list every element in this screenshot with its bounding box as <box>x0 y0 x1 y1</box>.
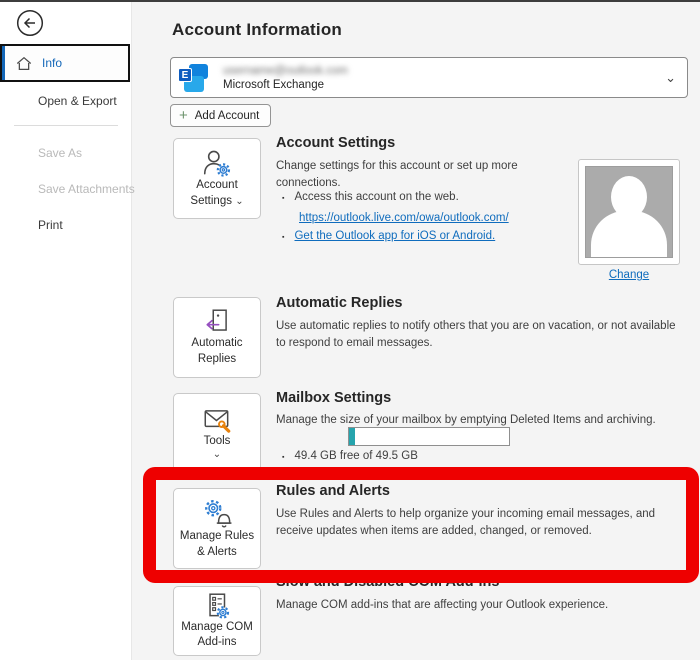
gear-bell-icon <box>200 497 234 529</box>
mailbox-tools-button[interactable]: Tools ⌄ <box>173 393 261 474</box>
plus-icon: + <box>179 108 188 123</box>
sidebar-divider <box>14 125 118 126</box>
tile-label: Manage COM Add-ins <box>176 620 258 650</box>
chevron-down-icon: ⌄ <box>235 196 243 207</box>
rules-alerts-heading: Rules and Alerts <box>276 483 390 499</box>
outlook-backstage-window: Info Open & Export Save As Save Attachme… <box>0 0 700 660</box>
account-photo <box>578 159 680 265</box>
back-button[interactable] <box>16 9 44 37</box>
sidebar-item-info[interactable]: Info <box>0 44 130 82</box>
automatic-replies-button[interactable]: Automatic Replies <box>173 297 261 378</box>
page-title: Account Information <box>172 20 342 40</box>
add-account-button[interactable]: + Add Account <box>170 104 271 127</box>
list-gear-icon <box>202 592 232 620</box>
automatic-replies-heading: Automatic Replies <box>276 295 403 311</box>
mailbox-settings-heading: Mailbox Settings <box>276 390 391 406</box>
tile-label: Account Settings ⌄ <box>176 178 258 208</box>
reply-document-icon <box>202 308 232 336</box>
sidebar-item-open-export[interactable]: Open & Export <box>38 94 117 108</box>
envelope-wrench-icon <box>201 407 233 434</box>
tile-label: Automatic Replies <box>176 336 258 366</box>
sidebar-item-label: Info <box>42 56 62 70</box>
tile-label: Manage Rules & Alerts <box>176 529 258 559</box>
sidebar-item-print[interactable]: Print <box>38 218 63 232</box>
exchange-logo-icon: E <box>178 63 209 94</box>
mailbox-quota-text: 49.4 GB free of 49.5 GB <box>294 450 417 462</box>
bullet-icon: ▪ <box>282 230 284 245</box>
mailbox-quota-fill <box>349 428 355 445</box>
person-gear-icon <box>201 148 233 178</box>
add-account-label: Add Account <box>195 110 260 122</box>
manage-com-addins-button[interactable]: Manage COM Add-ins <box>173 586 261 656</box>
change-photo-link[interactable]: Change <box>609 269 649 281</box>
tile-label: Tools <box>204 434 231 449</box>
window-top-border <box>0 0 700 2</box>
selected-accent-bar <box>2 46 5 80</box>
chevron-down-icon: ⌄ <box>665 70 676 86</box>
bullet-icon: ▪ <box>282 450 284 465</box>
com-addins-description: Manage COM add-ins that are affecting yo… <box>276 597 696 614</box>
owa-link[interactable]: https://outlook.live.com/owa/outlook.com… <box>299 210 509 227</box>
mailbox-quota-bar <box>348 427 510 446</box>
sidebar-item-save-as: Save As <box>38 146 82 160</box>
com-addins-heading: Slow and Disabled COM Add-ins <box>276 574 499 590</box>
account-settings-button[interactable]: Account Settings ⌄ <box>173 138 261 219</box>
account-settings-heading: Account Settings <box>276 135 395 151</box>
rules-alerts-description: Use Rules and Alerts to help organize yo… <box>276 506 674 540</box>
home-icon <box>15 55 33 72</box>
web-access-text: Access this account on the web. <box>294 191 458 203</box>
account-email-redacted: username@outlook.com <box>223 65 348 77</box>
get-outlook-app-link[interactable]: Get the Outlook app for iOS or Android. <box>294 230 495 242</box>
sidebar-item-save-attachments: Save Attachments <box>38 182 135 196</box>
back-arrow-icon <box>16 9 44 37</box>
manage-rules-alerts-button[interactable]: Manage Rules & Alerts <box>173 488 261 569</box>
backstage-sidebar: Info Open & Export Save As Save Attachme… <box>0 0 132 660</box>
automatic-replies-description: Use automatic replies to notify others t… <box>276 318 678 352</box>
account-provider-label: Microsoft Exchange <box>223 79 324 91</box>
chevron-down-icon: ⌄ <box>213 450 221 460</box>
account-settings-description: Change settings for this account or set … <box>276 158 552 192</box>
account-selector-dropdown[interactable]: E username@outlook.com Microsoft Exchang… <box>170 57 688 98</box>
bullet-icon: ▪ <box>282 191 284 206</box>
avatar-placeholder <box>585 166 673 258</box>
change-photo-link-wrap: Change <box>578 269 680 281</box>
